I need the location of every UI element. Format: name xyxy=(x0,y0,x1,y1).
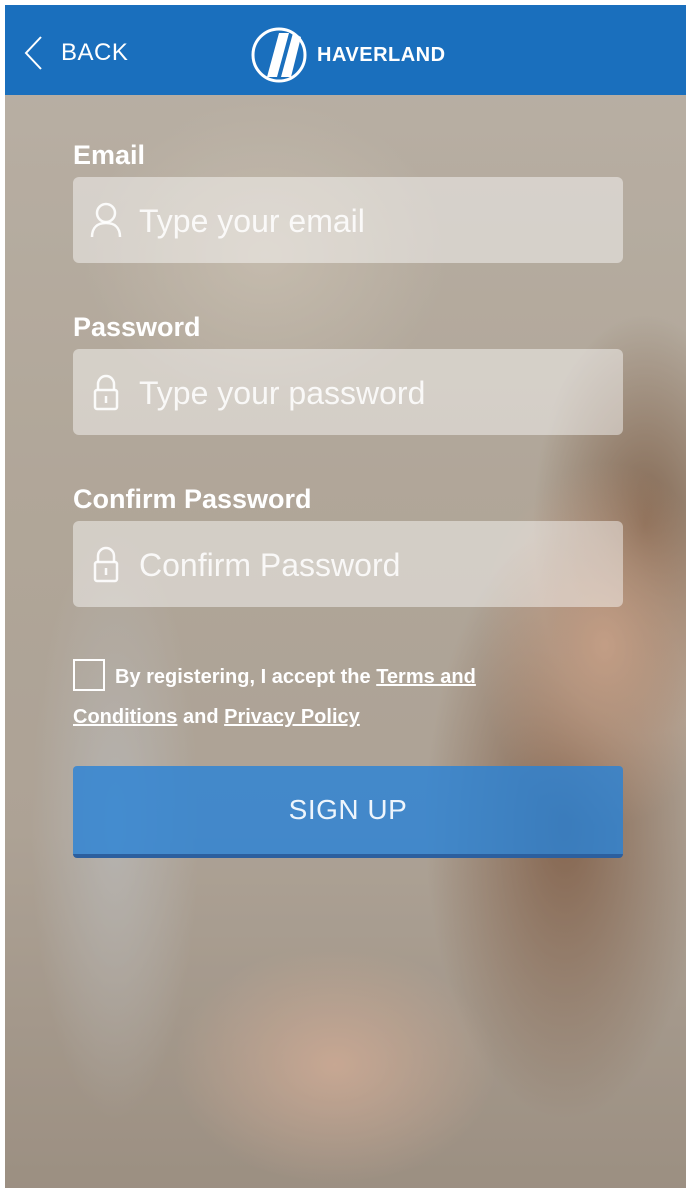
signup-screen: BACK HAVERLAND Email Password xyxy=(5,5,686,1188)
email-field[interactable] xyxy=(73,177,623,265)
confirm-password-input[interactable] xyxy=(137,521,613,609)
password-field[interactable] xyxy=(73,349,623,437)
terms-checkbox[interactable] xyxy=(73,658,105,691)
back-label: BACK xyxy=(61,39,129,66)
password-input[interactable] xyxy=(137,349,613,437)
confirm-password-label: Confirm Password xyxy=(73,484,312,514)
lock-icon xyxy=(93,374,119,411)
user-icon xyxy=(90,202,122,238)
lock-icon xyxy=(93,546,119,583)
confirm-password-field[interactable] xyxy=(73,521,623,609)
terms-middle: and xyxy=(177,706,225,728)
sign-up-button[interactable]: SIGN UP xyxy=(73,766,623,858)
email-input[interactable] xyxy=(137,177,613,265)
brand-logo: HAVERLAND xyxy=(249,27,446,83)
chevron-left-icon xyxy=(24,36,42,70)
privacy-policy-link[interactable]: Privacy Policy xyxy=(224,706,360,728)
email-label: Email xyxy=(73,140,146,170)
brand-name: HAVERLAND xyxy=(317,43,446,66)
terms-consent: By registering, I accept the Terms and C… xyxy=(73,657,543,737)
signup-form: Email Password Confirm Password xyxy=(73,133,623,609)
back-button[interactable]: BACK xyxy=(23,33,128,73)
top-bar: BACK HAVERLAND xyxy=(5,5,686,95)
password-label: Password xyxy=(73,312,201,342)
terms-prefix: By registering, I accept the xyxy=(115,666,377,688)
haverland-logo-icon xyxy=(251,27,307,83)
